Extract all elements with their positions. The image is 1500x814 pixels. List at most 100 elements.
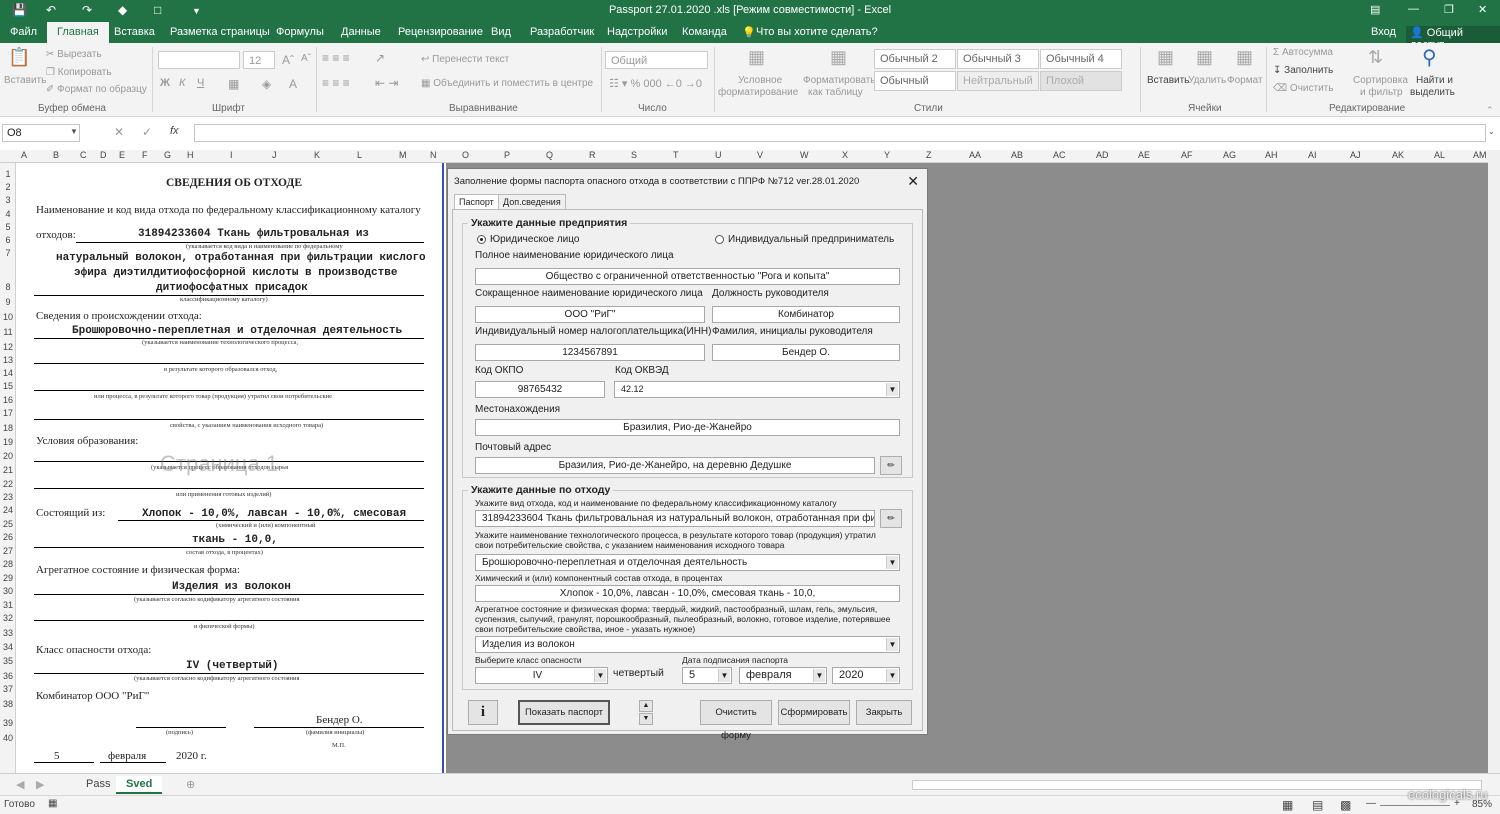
- font-name-combo[interactable]: [158, 51, 240, 69]
- column-header[interactable]: L: [357, 150, 362, 160]
- row-header[interactable]: 22: [0, 479, 16, 489]
- next-sheet-icon[interactable]: ▶: [26, 776, 54, 793]
- worksheet[interactable]: СВЕДЕНИЯ ОБ ОТХОДЕ Наименование и код ви…: [16, 163, 444, 773]
- column-header[interactable]: AE: [1138, 150, 1150, 160]
- row-header[interactable]: 9: [0, 297, 16, 307]
- column-header[interactable]: AL: [1434, 150, 1445, 160]
- align-top-icon[interactable]: ≡ ≡ ≡: [322, 51, 350, 65]
- restore-icon[interactable]: ❐: [1444, 3, 1454, 16]
- formula-input[interactable]: [194, 124, 1486, 142]
- row-header[interactable]: 27: [0, 546, 16, 556]
- column-header[interactable]: AH: [1265, 150, 1278, 160]
- row-header[interactable]: 12: [0, 342, 16, 352]
- tab-home[interactable]: Главная: [47, 22, 109, 43]
- column-header[interactable]: Y: [884, 150, 890, 160]
- location-input[interactable]: Бразилия, Рио-де-Жанейро: [475, 419, 900, 436]
- column-header[interactable]: AB: [1011, 150, 1023, 160]
- number-format-icons[interactable]: ☷ ▾ % 000 ←0 →0: [609, 77, 702, 90]
- dropdown-arrow-icon[interactable]: ▼: [886, 383, 898, 396]
- clear-form-button[interactable]: Очистить форму: [700, 700, 772, 741]
- row-header[interactable]: 14: [0, 368, 16, 378]
- insert-cells-button[interactable]: Вставить: [1147, 75, 1189, 86]
- day-select[interactable]: 5 ▼: [682, 667, 732, 684]
- cut-button[interactable]: ✂ Вырезать: [46, 49, 102, 60]
- format-table-button[interactable]: Форматировать: [803, 75, 876, 86]
- macro-record-icon[interactable]: ▦: [48, 798, 57, 809]
- row-header[interactable]: 31: [0, 600, 16, 610]
- zoom-out-icon[interactable]: —: [1366, 798, 1376, 809]
- row-header[interactable]: 10: [0, 312, 16, 322]
- italic-button[interactable]: К: [179, 77, 185, 89]
- row-header[interactable]: 36: [0, 671, 16, 681]
- row-header[interactable]: 37: [0, 684, 16, 694]
- name-box[interactable]: O8: [2, 124, 80, 142]
- delete-cells-button[interactable]: Удалить: [1188, 75, 1226, 86]
- format-cells-button[interactable]: Формат: [1227, 75, 1263, 86]
- column-header[interactable]: AA: [969, 150, 981, 160]
- expand-formula-icon[interactable]: ⌄: [1488, 127, 1495, 136]
- column-header[interactable]: K: [314, 150, 320, 160]
- conditional-format-button[interactable]: Условное: [738, 75, 782, 86]
- close-window-icon[interactable]: ✕: [1478, 3, 1487, 16]
- page-layout-view-icon[interactable]: ▤: [1312, 798, 1323, 812]
- column-header[interactable]: I: [230, 150, 233, 160]
- column-header[interactable]: AI: [1308, 150, 1317, 160]
- row-header[interactable]: 16: [0, 395, 16, 405]
- row-header[interactable]: 7: [0, 248, 16, 258]
- page-break-view-icon[interactable]: ▩: [1340, 798, 1351, 812]
- row-header[interactable]: 19: [0, 437, 16, 447]
- spin-down-icon[interactable]: ▼: [639, 713, 653, 725]
- tab-additional[interactable]: Доп.сведения: [498, 194, 566, 209]
- composition-input[interactable]: Хлопок - 10,0%, лавсан - 10,0%, смесовая…: [475, 585, 900, 602]
- row-header[interactable]: 25: [0, 519, 16, 529]
- row-header[interactable]: 33: [0, 628, 16, 638]
- row-header[interactable]: 17: [0, 408, 16, 418]
- column-header[interactable]: E: [119, 150, 125, 160]
- enter-icon[interactable]: ✓: [142, 125, 152, 139]
- dropdown-arrow-icon[interactable]: ▼: [886, 669, 898, 682]
- short-name-input[interactable]: ООО "РиГ": [475, 306, 705, 323]
- row-header[interactable]: 38: [0, 699, 16, 709]
- column-header[interactable]: M: [399, 150, 407, 160]
- add-sheet-icon[interactable]: ⊕: [176, 776, 205, 793]
- style-bad[interactable]: Плохой: [1040, 71, 1122, 91]
- style-normal4[interactable]: Обычный 4: [1040, 49, 1122, 69]
- column-header[interactable]: V: [757, 150, 763, 160]
- row-header[interactable]: 3: [0, 195, 16, 205]
- show-passport-button[interactable]: Показать паспорт: [518, 700, 610, 725]
- number-format-combo[interactable]: Общий: [605, 51, 708, 69]
- style-normal[interactable]: Обычный: [874, 71, 956, 91]
- find-select-button[interactable]: Найти и: [1416, 75, 1453, 86]
- column-header[interactable]: AK: [1392, 150, 1404, 160]
- column-header[interactable]: U: [715, 150, 722, 160]
- radio-ip[interactable]: [715, 235, 724, 244]
- info-button[interactable]: i: [468, 700, 498, 725]
- tab-file[interactable]: Файл: [10, 26, 37, 38]
- column-header[interactable]: AF: [1181, 150, 1193, 160]
- conditional-format-button-2[interactable]: форматирование: [718, 87, 798, 98]
- format-table-button-2[interactable]: как таблицу: [808, 87, 863, 98]
- tab-addins[interactable]: Надстройки: [607, 26, 667, 38]
- column-header[interactable]: G: [164, 150, 171, 160]
- column-header[interactable]: AD: [1096, 150, 1109, 160]
- paste-button[interactable]: Вставить: [4, 75, 46, 86]
- clear-button[interactable]: ⌫ Очистить: [1273, 83, 1333, 94]
- column-header[interactable]: R: [589, 150, 596, 160]
- indent-icon[interactable]: ⇤ ⇥: [375, 76, 398, 90]
- orientation-icon[interactable]: ↗: [375, 51, 385, 65]
- merge-center-button[interactable]: ▦ Объединить и поместить в центре: [421, 78, 593, 89]
- column-header[interactable]: AM: [1473, 150, 1487, 160]
- autosum-button[interactable]: Σ Автосумма: [1273, 47, 1333, 58]
- column-header[interactable]: AG: [1223, 150, 1236, 160]
- process-select[interactable]: Брошюровочно-переплетная и отделочная де…: [475, 554, 900, 571]
- dropdown-arrow-icon[interactable]: ▼: [813, 669, 825, 682]
- column-header[interactable]: T: [673, 150, 679, 160]
- postal-edit-button[interactable]: ✏: [880, 456, 902, 475]
- dropdown-arrow-icon[interactable]: ▼: [886, 556, 898, 569]
- row-header[interactable]: 35: [0, 656, 16, 666]
- wrap-text-button[interactable]: ↩ Перенести текст: [421, 54, 509, 65]
- column-header[interactable]: J: [272, 150, 277, 160]
- sort-filter-button[interactable]: Сортировка: [1353, 75, 1408, 86]
- ribbon-display-icon[interactable]: ▤: [1370, 3, 1380, 16]
- tab-data[interactable]: Данные: [341, 26, 381, 38]
